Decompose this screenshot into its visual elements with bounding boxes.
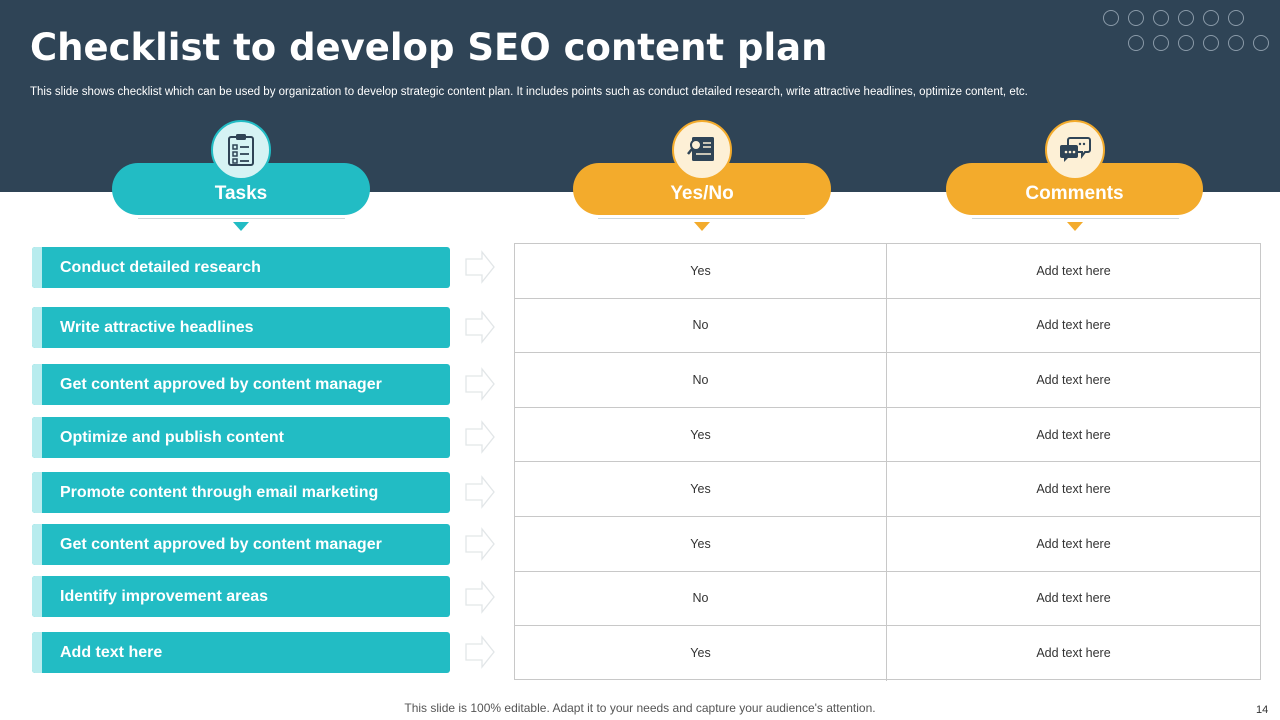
table-row: Yes Add text here — [515, 407, 1260, 463]
checklist-table: Yes Add text here No Add text here No Ad… — [514, 243, 1261, 681]
task-row: Conduct detailed research — [32, 247, 450, 288]
comment-cell: Add text here — [1036, 372, 1111, 387]
comment-cell: Add text here — [1036, 536, 1111, 551]
tasks-underline — [138, 218, 345, 219]
yes-no-pointer — [694, 222, 710, 231]
tasks-column-label: Tasks — [214, 183, 268, 204]
comment-cell: Add text here — [1036, 318, 1111, 333]
task-label: Identify improvement areas — [60, 588, 269, 605]
yes-no-cell: Yes — [515, 407, 887, 462]
chevron-right-icon — [465, 250, 495, 284]
table-row: No Add text here — [515, 298, 1260, 354]
yes-no-column-label: Yes/No — [670, 183, 734, 204]
page-number: 14 — [1256, 704, 1269, 716]
task-label: Get content approved by content manager — [60, 536, 382, 553]
comment-cell: Add text here — [1036, 427, 1111, 442]
chat-bubbles-icon — [1045, 120, 1105, 180]
document-search-icon — [672, 120, 732, 180]
yes-no-cell: No — [515, 571, 887, 626]
yes-no-cell: Yes — [515, 517, 887, 571]
comment-cell: Add text here — [1036, 591, 1111, 606]
yes-no-cell: Yes — [515, 244, 887, 298]
task-row: Optimize and publish content — [32, 417, 450, 458]
table-row: Yes Add text here — [515, 517, 1260, 572]
comment-cell: Add text here — [1036, 646, 1111, 661]
task-label: Write attractive headlines — [60, 319, 254, 336]
task-label: Conduct detailed research — [60, 259, 261, 276]
task-label: Add text here — [60, 644, 163, 661]
table-row: No Add text here — [515, 571, 1260, 627]
task-row: Promote content through email marketing — [32, 472, 450, 513]
yes-no-cell: No — [515, 298, 887, 353]
task-label: Get content approved by content manager — [60, 376, 382, 393]
chevron-right-icon — [465, 635, 495, 669]
yes-no-cell: No — [515, 353, 887, 407]
task-row: Get content approved by content manager — [32, 524, 450, 565]
table-row: No Add text here — [515, 353, 1260, 408]
slide-title: Checklist to develop SEO content plan — [30, 26, 828, 69]
chevron-right-icon — [465, 527, 495, 561]
comments-underline — [972, 218, 1179, 219]
chevron-right-icon — [465, 367, 495, 401]
task-row: Write attractive headlines — [32, 307, 450, 348]
task-row: Get content approved by content manager — [32, 364, 450, 405]
comments-column-label: Comments — [1025, 183, 1124, 204]
slide-footer: This slide is 100% editable. Adapt it to… — [404, 701, 876, 715]
yes-no-underline — [598, 218, 805, 219]
chevron-right-icon — [465, 420, 495, 454]
comment-cell: Add text here — [1036, 482, 1111, 497]
task-label: Promote content through email marketing — [60, 484, 379, 501]
comment-cell: Add text here — [1036, 263, 1111, 278]
comments-pointer — [1067, 222, 1083, 231]
table-row: Yes Add text here — [515, 626, 1260, 681]
task-label: Optimize and publish content — [60, 429, 284, 446]
chevron-right-icon — [465, 580, 495, 614]
yes-no-cell: Yes — [515, 462, 887, 516]
tasks-pointer — [233, 222, 249, 231]
chevron-right-icon — [465, 310, 495, 344]
yes-no-cell: Yes — [515, 626, 887, 681]
table-row: Yes Add text here — [515, 244, 1260, 299]
slide-subtitle: This slide shows checklist which can be … — [30, 86, 1028, 98]
chevron-right-icon — [465, 475, 495, 509]
task-row: Add text here — [32, 632, 450, 673]
task-row: Identify improvement areas — [32, 576, 450, 617]
clipboard-checklist-icon — [211, 120, 271, 180]
table-row: Yes Add text here — [515, 462, 1260, 517]
decorative-dots — [1103, 10, 1278, 56]
